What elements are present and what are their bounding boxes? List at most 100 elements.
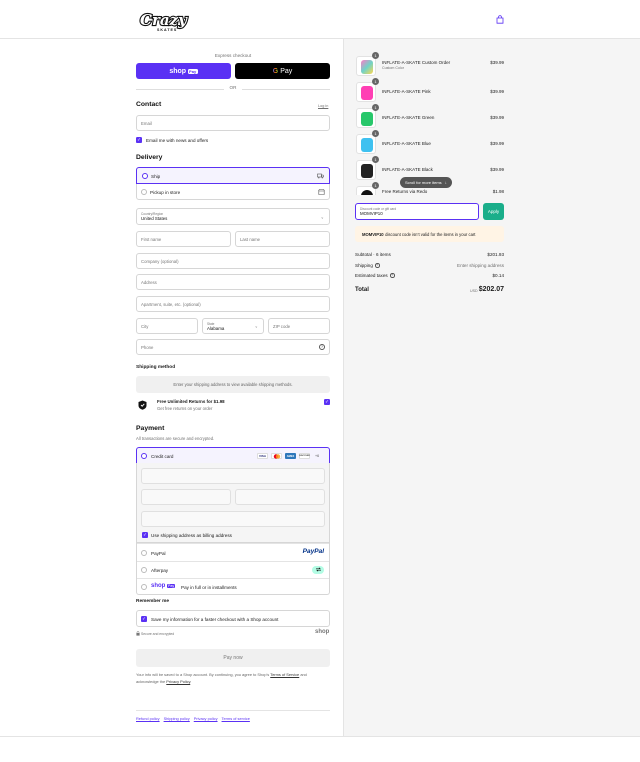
secure-text: Secure and encrypted: [141, 631, 175, 636]
login-link[interactable]: Log in: [318, 104, 328, 108]
shop-logo: shop: [315, 629, 330, 635]
returns-subtitle: Get free returns on your order: [157, 406, 213, 411]
afterpay-radio[interactable]: [141, 567, 147, 573]
help-icon[interactable]: ?: [319, 344, 325, 350]
address-field[interactable]: Address: [136, 274, 330, 290]
shop-pay-logo: shop: [169, 67, 187, 75]
first-name-placeholder: First name: [141, 236, 162, 242]
amex-icon: AMEX: [285, 453, 296, 459]
redo-image: [361, 190, 373, 195]
skate-image: [361, 86, 373, 100]
afterpay-label: Afterpay: [151, 567, 169, 573]
shop-pay-option[interactable]: shop Pay Pay in full or in installments: [137, 578, 329, 595]
payment-subtitle: All transactions are secure and encrypte…: [136, 436, 215, 441]
privacy-link[interactable]: Privacy Policy: [166, 679, 190, 684]
logo-subtext: SKATES: [157, 28, 177, 32]
mastercard-icon: [271, 453, 282, 459]
chevron-down-icon: ⌄: [254, 323, 258, 329]
item-qty-badge: 1: [372, 130, 379, 137]
last-name-placeholder: Last name: [240, 236, 261, 242]
pickup-option[interactable]: Pickup in store: [137, 184, 329, 200]
card-number-field[interactable]: [141, 468, 325, 484]
google-g-icon: G: [272, 67, 279, 75]
news-label: Email me with news and offers: [146, 137, 209, 143]
skate-image: [361, 112, 373, 126]
billing-same-checkbox[interactable]: ✓: [142, 532, 148, 538]
site-header: Crazy SKATES: [0, 0, 640, 39]
order-items-list[interactable]: 1 INFLATE-A-SKATE Custom Order Custom Co…: [355, 52, 505, 195]
ship-radio[interactable]: [142, 173, 148, 179]
credit-card-radio[interactable]: [141, 453, 147, 459]
city-field[interactable]: City: [136, 318, 198, 334]
terms-of-service-link[interactable]: Terms of service: [222, 716, 250, 721]
legal-text: Your info will be saved to a Shop accoun…: [136, 671, 330, 685]
divider: [0, 736, 640, 737]
item-price: $1.98: [492, 189, 504, 194]
google-pay-button[interactable]: G Pay: [235, 63, 330, 79]
help-icon[interactable]: ?: [375, 263, 380, 268]
phone-field[interactable]: Phone ?: [136, 339, 330, 355]
item-price: $39.99: [490, 59, 504, 65]
more-cards-count: +6: [315, 453, 320, 458]
product-thumb: [356, 160, 376, 180]
express-checkout-label: Express checkout: [214, 53, 252, 58]
company-field[interactable]: Company (optional): [136, 253, 330, 269]
first-name-field[interactable]: First name: [136, 231, 231, 247]
billing-same-label: Use shipping address as billing address: [151, 532, 232, 538]
legal-period: .: [190, 679, 192, 684]
item-name: INFLATE-A-SKATE Custom Order: [382, 59, 451, 65]
shipping-placeholder: Enter your shipping address to view avai…: [136, 376, 330, 393]
help-icon[interactable]: ?: [390, 273, 395, 278]
item-qty-badge: 1: [372, 156, 379, 163]
shop-pay-option-text: Pay in full or in installments: [181, 584, 237, 590]
skate-image: [361, 138, 373, 152]
item-qty-badge: 1: [372, 78, 379, 85]
footer-divider: [136, 710, 330, 711]
remember-label: Save my information for a faster checkou…: [151, 616, 279, 622]
refund-policy-link[interactable]: Refund policy: [136, 716, 160, 721]
name-on-card-field[interactable]: [141, 511, 325, 527]
shipping-policy-link[interactable]: Shipping policy: [164, 716, 190, 721]
item-price: $39.99: [490, 114, 504, 120]
returns-checkbox[interactable]: ✓: [324, 399, 330, 405]
city-placeholder: City: [141, 323, 149, 329]
shop-pay-radio[interactable]: [141, 584, 147, 590]
scroll-hint-text: Scroll for more items: [405, 180, 442, 185]
subtotal-value: $201.93: [487, 252, 504, 257]
item-name: INFLATE-A-SKATE Blue: [382, 140, 431, 146]
country-select[interactable]: Country/Region United States ⌄: [136, 208, 330, 225]
news-checkbox[interactable]: ✓: [136, 137, 142, 143]
paypal-option[interactable]: PayPal PayPal: [137, 543, 329, 561]
discount-field[interactable]: Discount code or gift card MOMVIP10: [355, 203, 479, 220]
privacy-policy-link[interactable]: Privacy policy: [194, 716, 218, 721]
shopping-bag-icon[interactable]: [496, 15, 504, 24]
terms-link[interactable]: Terms of Service: [270, 672, 299, 677]
discount-value: MOMVIP10: [360, 211, 383, 216]
product-thumb: [356, 108, 376, 128]
last-name-field[interactable]: Last name: [235, 231, 330, 247]
paypal-radio[interactable]: [141, 550, 147, 556]
pickup-radio[interactable]: [141, 189, 147, 195]
ship-option[interactable]: Ship: [136, 167, 330, 184]
security-code-field[interactable]: [235, 489, 325, 505]
pay-now-button[interactable]: Pay now: [136, 649, 330, 667]
apartment-placeholder: Apartment, suite, etc. (optional): [141, 301, 201, 307]
scroll-more-pill[interactable]: Scroll for more items ↓: [400, 177, 452, 188]
expiry-field[interactable]: [141, 489, 231, 505]
shop-pay-button[interactable]: shop Pay: [136, 63, 231, 79]
apartment-field[interactable]: Apartment, suite, etc. (optional): [136, 296, 330, 312]
subtotal-label: Subtotal · 6 items: [355, 252, 391, 257]
credit-card-option[interactable]: Credit card VISA AMEX DISCOVER +6: [136, 447, 330, 464]
item-name: INFLATE-A-SKATE Black: [382, 166, 433, 172]
crazy-skates-logo[interactable]: Crazy SKATES: [139, 10, 199, 32]
item-qty-badge: 1: [372, 104, 379, 111]
afterpay-option[interactable]: Afterpay: [137, 561, 329, 578]
apply-button[interactable]: Apply: [483, 203, 504, 220]
zip-field[interactable]: ZIP code: [268, 318, 330, 334]
phone-placeholder: Phone: [141, 344, 154, 350]
email-field[interactable]: Email: [136, 115, 330, 131]
company-placeholder: Company (optional): [141, 258, 179, 264]
discount-error-banner: MOMVIP10 discount code isn’t valid for t…: [355, 226, 504, 242]
remember-checkbox[interactable]: ✓: [141, 616, 147, 622]
state-select[interactable]: State Alabama ⌄: [202, 318, 264, 334]
